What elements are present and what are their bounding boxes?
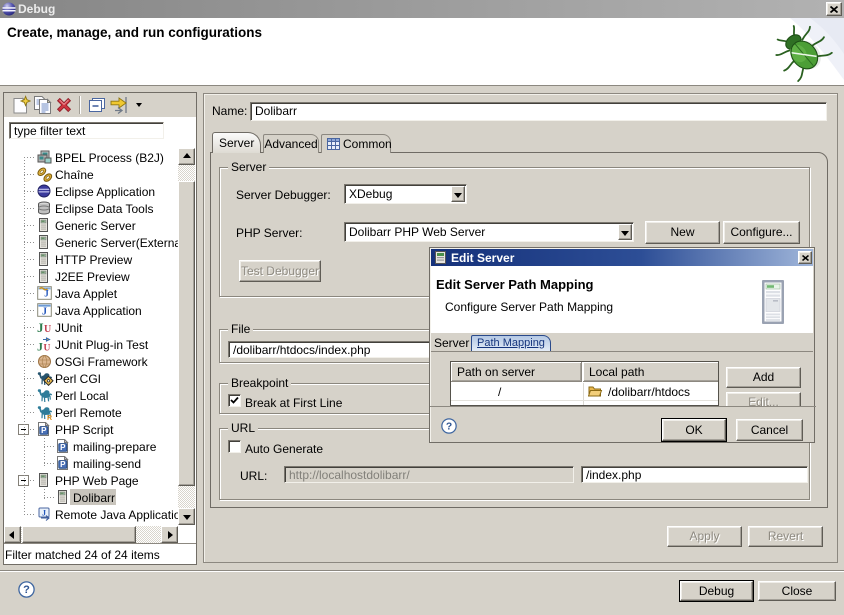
svg-text:J: J — [37, 320, 44, 335]
svg-text:J: J — [37, 340, 43, 353]
svg-text:?: ? — [23, 584, 30, 596]
svg-text:J: J — [42, 307, 47, 318]
svg-text:U: U — [44, 324, 51, 335]
svg-text:P: P — [60, 443, 66, 452]
svg-text:?: ? — [446, 421, 452, 432]
svg-text:R: R — [47, 415, 52, 420]
svg-text:J: J — [42, 509, 46, 518]
svg-text:P: P — [60, 460, 66, 469]
svg-text:J: J — [44, 289, 49, 299]
svg-text:P: P — [41, 426, 47, 435]
svg-text:U: U — [44, 344, 51, 353]
